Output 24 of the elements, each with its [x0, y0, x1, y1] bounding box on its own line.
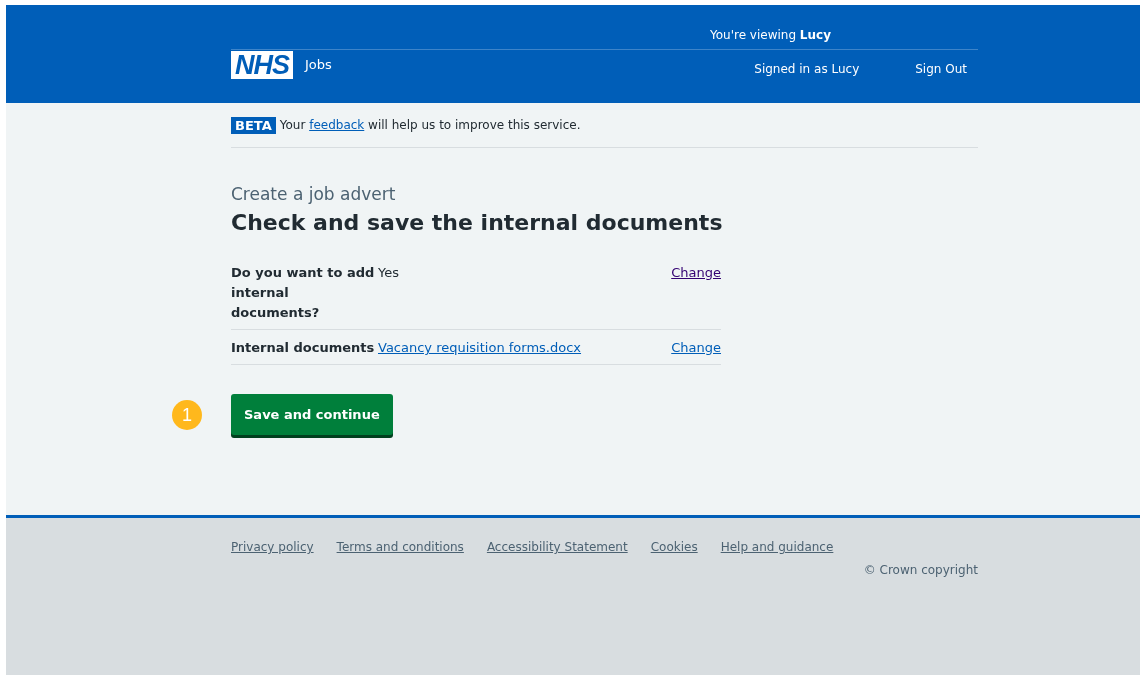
feedback-message: Your feedback will help us to improve this service. [279, 118, 581, 132]
summary-key: Do you want to add internal documents? [231, 263, 378, 323]
save-and-continue-button[interactable]: Save and continue [231, 394, 393, 435]
service-name: Jobs [305, 57, 332, 72]
viewing-text: You're viewing Lucy [710, 28, 831, 42]
page-heading: Check and save the internal documents [231, 210, 724, 235]
summary-value: Yes [378, 265, 399, 280]
footer-link[interactable]: Terms and conditions [336, 540, 464, 554]
footer-link[interactable]: Help and guidance [720, 540, 834, 554]
summary-key: Internal documents [231, 338, 378, 358]
step-marker: 1 [172, 400, 202, 430]
document-link[interactable]: Vacancy requisition forms.docx [378, 340, 582, 355]
sign-out-link[interactable]: Sign Out [915, 62, 967, 79]
page-caption: Create a job advert [231, 184, 397, 204]
footer-link[interactable]: Cookies [650, 540, 698, 554]
change-link[interactable]: Change [671, 340, 721, 355]
copyright-text: © Crown copyright [862, 563, 978, 577]
nhs-logo[interactable]: NHS [231, 51, 293, 79]
change-link[interactable]: Change [671, 265, 721, 280]
beta-tag: BETA [231, 116, 276, 134]
signed-in-text: Signed in as Lucy [754, 62, 860, 78]
footer-link[interactable]: Accessibility Statement [486, 540, 628, 554]
feedback-link[interactable]: feedback [309, 118, 365, 132]
footer-link[interactable]: Privacy policy [231, 540, 314, 554]
